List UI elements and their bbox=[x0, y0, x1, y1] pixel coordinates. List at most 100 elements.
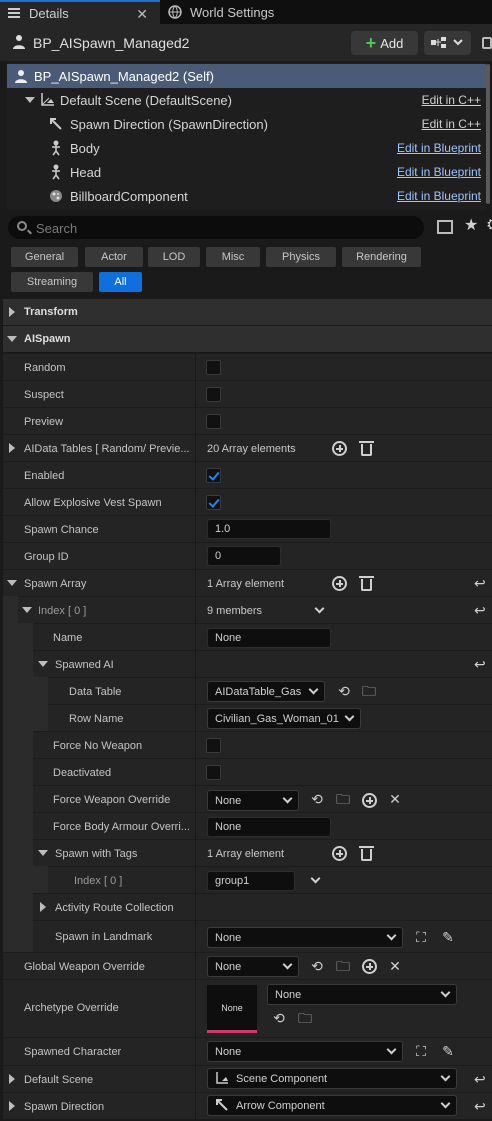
filter-misc[interactable]: Misc bbox=[206, 247, 260, 267]
add-element-icon[interactable] bbox=[362, 959, 377, 974]
force-weapon-dropdown[interactable]: None bbox=[207, 790, 299, 811]
random-checkbox[interactable] bbox=[206, 360, 221, 375]
tree-item-billboard[interactable]: BillboardComponent Edit in Blueprint bbox=[7, 184, 486, 208]
select-actor-icon[interactable]: ⛶ bbox=[413, 1043, 429, 1059]
browse-asset-icon[interactable]: 🗀 bbox=[335, 958, 351, 974]
add-element-icon[interactable] bbox=[332, 846, 347, 861]
group-id-field[interactable]: 0 bbox=[207, 546, 281, 566]
eyedropper-icon[interactable]: ✎ bbox=[440, 929, 456, 945]
lock-icon[interactable] bbox=[482, 37, 492, 49]
collapse-arrow-icon[interactable] bbox=[38, 661, 48, 667]
trash-icon[interactable] bbox=[359, 441, 374, 456]
filter-physics[interactable]: Physics bbox=[266, 247, 336, 267]
reset-to-default-icon[interactable]: ↩ bbox=[474, 657, 486, 671]
collapse-arrow-icon[interactable] bbox=[22, 607, 32, 613]
trash-icon[interactable] bbox=[359, 576, 374, 591]
filter-rendering[interactable]: Rendering bbox=[342, 247, 421, 267]
expand-arrow-icon[interactable] bbox=[9, 1074, 15, 1084]
category-aispawn[interactable]: AISpawn bbox=[3, 326, 492, 352]
suspect-checkbox[interactable] bbox=[206, 387, 221, 402]
clear-icon[interactable]: ✕ bbox=[387, 958, 403, 974]
data-table-dropdown[interactable]: AIDataTable_Gas bbox=[207, 681, 325, 702]
add-element-icon[interactable] bbox=[332, 576, 347, 591]
close-icon[interactable]: ✕ bbox=[136, 6, 148, 23]
gear-icon[interactable]: ⚙ bbox=[486, 215, 492, 235]
allow-vest-checkbox[interactable] bbox=[206, 495, 221, 510]
filter-lod[interactable]: LOD bbox=[148, 247, 200, 267]
edit-in-blueprint-link[interactable]: Edit in Blueprint bbox=[397, 189, 481, 203]
row-name-dropdown[interactable]: Civilian_Gas_Woman_01 bbox=[207, 708, 361, 729]
prop-preview: Preview bbox=[3, 407, 492, 434]
edit-in-blueprint-link[interactable]: Edit in Blueprint bbox=[397, 141, 481, 155]
add-component-button[interactable]: + Add bbox=[351, 31, 418, 55]
skeletal-mesh-icon bbox=[49, 140, 63, 159]
edit-in-blueprint-link[interactable]: Edit in Blueprint bbox=[397, 165, 481, 179]
tab-world-settings[interactable]: World Settings bbox=[161, 0, 361, 24]
archetype-thumbnail[interactable]: None bbox=[207, 985, 257, 1033]
tree-scrollbar[interactable] bbox=[486, 64, 490, 204]
star-icon[interactable]: ★ bbox=[464, 215, 478, 235]
category-transform[interactable]: Transform bbox=[3, 299, 492, 325]
use-selected-icon[interactable]: ⟲ bbox=[309, 791, 325, 807]
expand-arrow-icon[interactable] bbox=[25, 97, 35, 103]
reset-to-default-icon[interactable]: ↩ bbox=[474, 576, 486, 590]
tree-item-self[interactable]: BP_AISpawn_Managed2 (Self) bbox=[7, 64, 486, 88]
spawned-character-dropdown[interactable]: None bbox=[207, 1041, 403, 1062]
reset-to-default-icon[interactable]: ↩ bbox=[474, 603, 486, 617]
tag-options-dropdown[interactable] bbox=[304, 871, 326, 892]
filter-all[interactable]: All bbox=[99, 272, 142, 292]
deactivated-checkbox[interactable] bbox=[206, 765, 221, 780]
filter-actor[interactable]: Actor bbox=[85, 247, 143, 267]
spawn-direction-dropdown[interactable]: Arrow Component bbox=[207, 1095, 457, 1116]
index-options-dropdown[interactable] bbox=[308, 601, 330, 622]
expand-arrow-icon[interactable] bbox=[9, 443, 15, 453]
eyedropper-icon[interactable]: ✎ bbox=[440, 1043, 456, 1059]
edit-in-cpp-link[interactable]: Edit in C++ bbox=[422, 117, 481, 131]
tag-field[interactable]: group1 bbox=[207, 871, 295, 891]
use-selected-icon[interactable]: ⟲ bbox=[309, 958, 325, 974]
name-field[interactable]: None bbox=[207, 628, 331, 648]
expand-arrow-icon[interactable] bbox=[40, 902, 46, 912]
tree-item-head[interactable]: Head Edit in Blueprint bbox=[7, 160, 486, 184]
reset-to-default-icon[interactable]: ↩ bbox=[474, 1099, 486, 1113]
filter-streaming[interactable]: Streaming bbox=[11, 272, 93, 292]
trash-icon[interactable] bbox=[359, 846, 374, 861]
global-weapon-dropdown[interactable]: None bbox=[207, 956, 299, 977]
use-selected-icon[interactable]: ⟲ bbox=[271, 1010, 287, 1026]
spawn-chance-field[interactable]: 1.0 bbox=[207, 519, 331, 539]
force-no-weapon-checkbox[interactable] bbox=[206, 738, 221, 753]
tree-item-default-scene[interactable]: Default Scene (DefaultScene) Edit in C++ bbox=[7, 88, 486, 112]
tab-details[interactable]: Details ✕ bbox=[0, 0, 160, 24]
reset-to-default-icon[interactable]: ↩ bbox=[474, 1072, 486, 1086]
prop-default-scene: Default Scene Scene Component ↩ bbox=[3, 1065, 492, 1092]
prop-name: Name bbox=[53, 632, 83, 644]
prop-name: Preview bbox=[24, 416, 64, 428]
clear-icon[interactable]: ✕ bbox=[387, 791, 403, 807]
tree-item-body[interactable]: Body Edit in Blueprint bbox=[7, 136, 486, 160]
default-scene-dropdown[interactable]: Scene Component bbox=[207, 1068, 457, 1089]
edit-in-cpp-link[interactable]: Edit in C++ bbox=[422, 93, 481, 107]
add-element-icon[interactable] bbox=[332, 441, 347, 456]
enabled-checkbox[interactable] bbox=[206, 468, 221, 483]
force-body-armour-field[interactable]: None bbox=[207, 817, 331, 837]
blueprint-options-button[interactable] bbox=[424, 31, 471, 55]
collapse-arrow-icon[interactable] bbox=[7, 580, 17, 586]
prop-force-body-armour: Force Body Armour Overri... None bbox=[33, 812, 492, 839]
select-actor-icon[interactable]: ⛶ bbox=[413, 929, 429, 945]
browse-asset-icon[interactable]: 🗀 bbox=[361, 683, 377, 699]
preview-checkbox[interactable] bbox=[206, 414, 221, 429]
filter-general[interactable]: General bbox=[11, 247, 78, 267]
collapse-arrow-icon[interactable] bbox=[38, 850, 48, 856]
prop-value: 1 Array element bbox=[207, 578, 285, 590]
archetype-dropdown[interactable]: None bbox=[267, 984, 457, 1005]
browse-asset-icon[interactable]: 🗀 bbox=[335, 791, 351, 807]
expand-arrow-icon[interactable] bbox=[9, 1101, 15, 1111]
tree-item-spawn-direction[interactable]: Spawn Direction (SpawnDirection) Edit in… bbox=[7, 112, 486, 136]
tree-item-label: Spawn Direction (SpawnDirection) bbox=[70, 116, 268, 132]
landmark-dropdown[interactable]: None bbox=[207, 927, 403, 948]
property-matrix-icon[interactable] bbox=[437, 220, 453, 234]
browse-asset-icon[interactable]: 🗀 bbox=[297, 1010, 313, 1026]
add-element-icon[interactable] bbox=[362, 793, 377, 808]
search-input[interactable]: Search bbox=[8, 216, 424, 239]
use-selected-icon[interactable]: ⟲ bbox=[336, 683, 352, 699]
